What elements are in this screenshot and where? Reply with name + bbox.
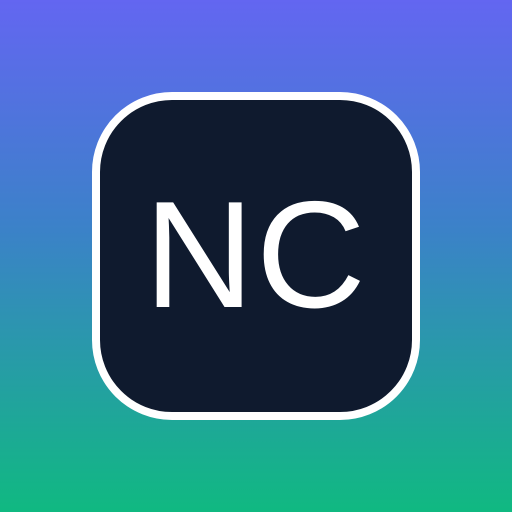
app-icon[interactable]: NC xyxy=(92,92,420,420)
app-icon-monogram: NC xyxy=(144,170,368,340)
